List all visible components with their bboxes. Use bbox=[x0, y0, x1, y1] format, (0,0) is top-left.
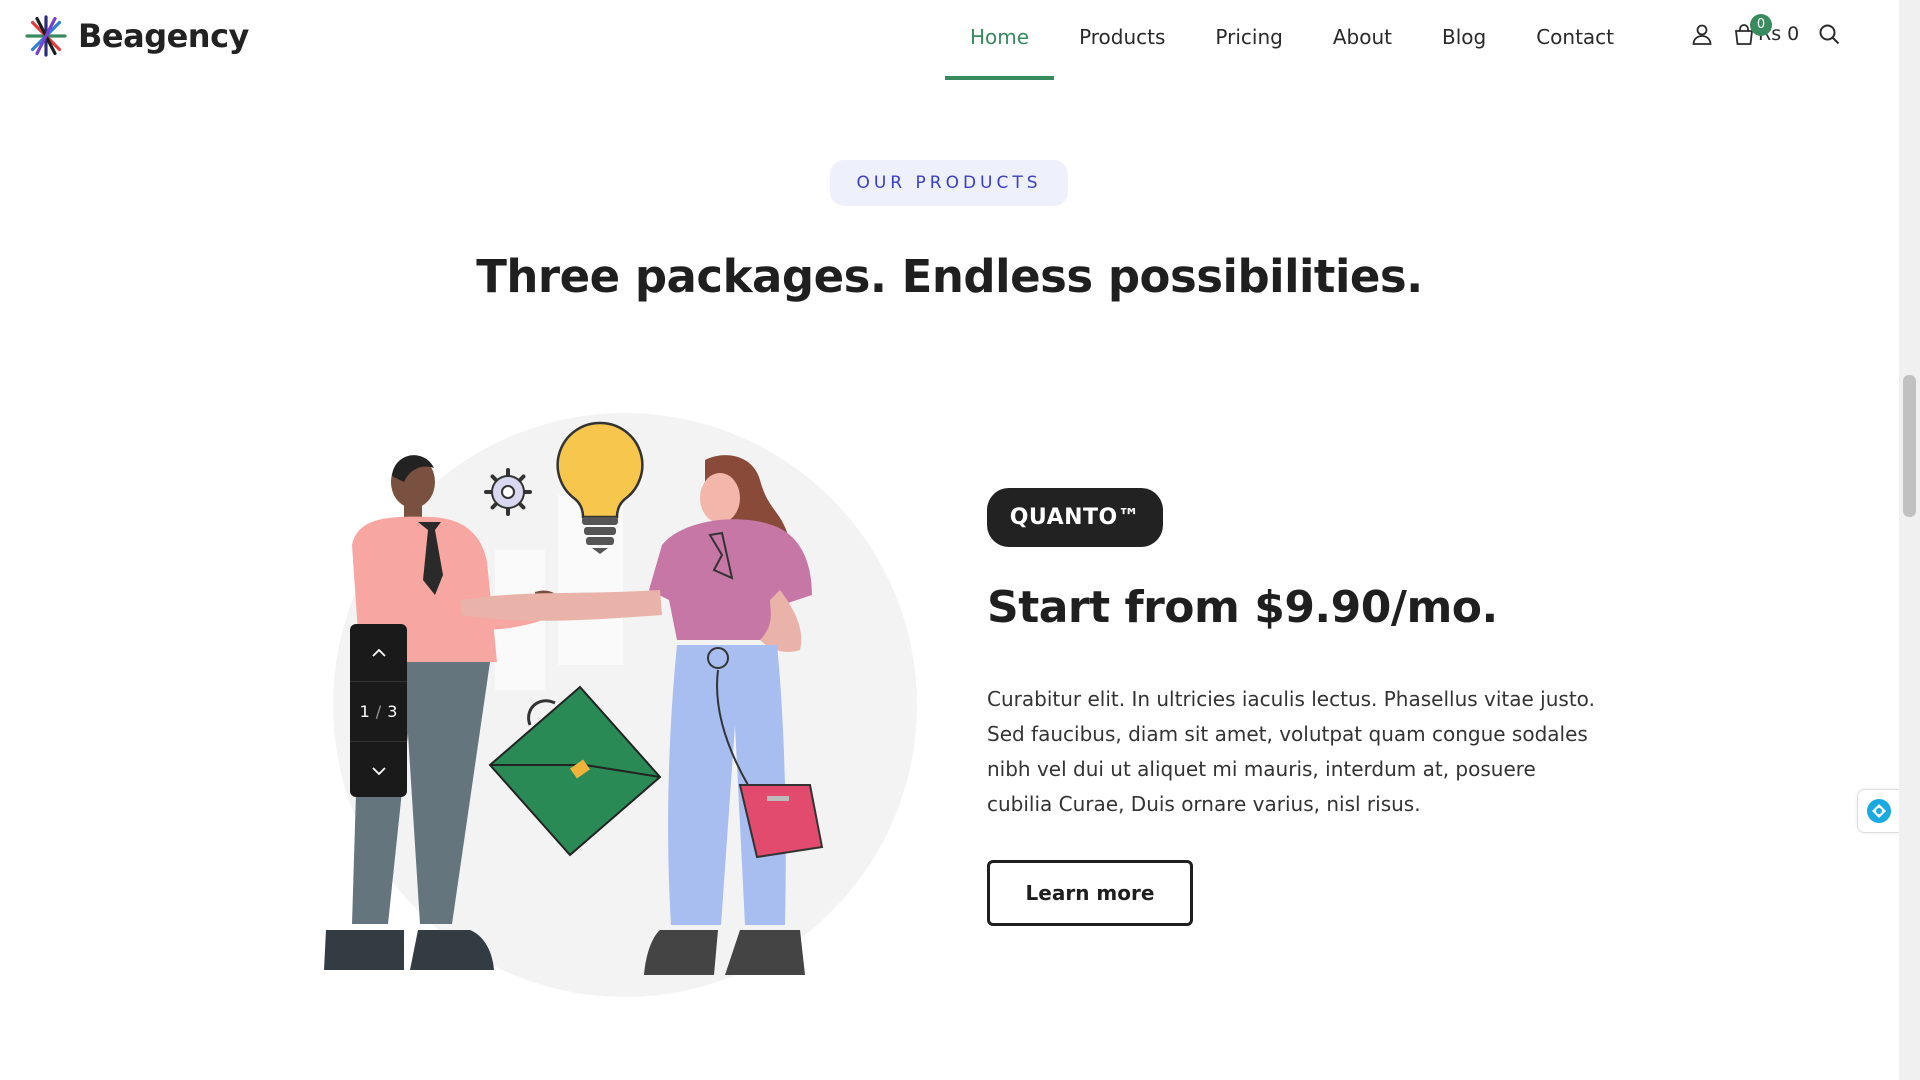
chevron-up-icon bbox=[371, 648, 386, 657]
nav-item-products[interactable]: Products bbox=[1054, 0, 1190, 80]
chat-widget-button[interactable] bbox=[1857, 789, 1900, 833]
nav-item-pricing[interactable]: Pricing bbox=[1190, 0, 1307, 80]
gear-icon bbox=[484, 468, 532, 516]
nav-item-blog[interactable]: Blog bbox=[1417, 0, 1511, 80]
slider-next-button[interactable] bbox=[350, 742, 407, 799]
brand-name: Beagency bbox=[78, 17, 249, 55]
search-icon bbox=[1819, 24, 1840, 45]
nav-item-about[interactable]: About bbox=[1308, 0, 1417, 80]
chevron-down-icon bbox=[371, 766, 386, 775]
header-tools: 0 Rs 0 bbox=[1690, 14, 1859, 46]
site-header: Beagency Home Products Pricing About Blo… bbox=[0, 0, 1899, 80]
slider-prev-button[interactable] bbox=[350, 624, 407, 681]
scrollbar-thumb[interactable] bbox=[1903, 375, 1916, 517]
product-price-title: Start from $9.90/mo. bbox=[987, 582, 1498, 633]
cart-button[interactable]: 0 Rs 0 bbox=[1732, 14, 1799, 46]
slider-separator: / bbox=[375, 702, 382, 721]
slider-counter: 1 / 3 bbox=[350, 681, 407, 742]
chat-widget-icon bbox=[1867, 799, 1891, 823]
main-nav: Home Products Pricing About Blog Contact bbox=[945, 0, 1639, 80]
slider-pager: 1 / 3 bbox=[350, 624, 407, 797]
starburst-logo-icon bbox=[25, 15, 67, 57]
search-button[interactable] bbox=[1817, 22, 1841, 46]
cart-count-badge: 0 bbox=[1750, 14, 1772, 36]
user-icon bbox=[1692, 24, 1712, 45]
product-description: Curabitur elit. In ultricies iaculis lec… bbox=[987, 687, 1595, 816]
nav-item-contact[interactable]: Contact bbox=[1511, 0, 1639, 80]
section-heading: Three packages. Endless possibilities. bbox=[476, 250, 1423, 303]
section-eyebrow: OUR PRODUCTS bbox=[830, 160, 1068, 206]
nav-item-home[interactable]: Home bbox=[945, 0, 1055, 80]
page-scrollbar[interactable] bbox=[1899, 0, 1920, 1080]
slider-current: 1 bbox=[359, 702, 370, 721]
slider-total: 3 bbox=[387, 702, 398, 721]
product-badge: QUANTO™ bbox=[987, 488, 1163, 547]
learn-more-button[interactable]: Learn more bbox=[987, 860, 1193, 926]
account-button[interactable] bbox=[1690, 22, 1714, 46]
logo[interactable]: Beagency bbox=[24, 14, 249, 58]
